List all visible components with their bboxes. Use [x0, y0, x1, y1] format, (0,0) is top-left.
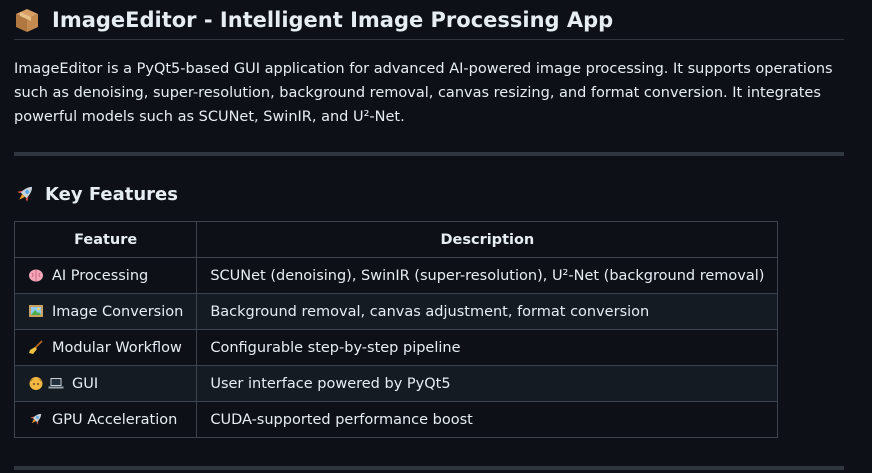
table-row: GUI User interface powered by PyQt5: [13, 365, 779, 402]
section-heading-key-features: Key Features: [14, 178, 178, 210]
rocket-icon: [14, 183, 36, 205]
column-header-feature: Feature: [13, 221, 198, 258]
description-cell: Background removal, canvas adjustment, f…: [196, 293, 779, 330]
readme-page: ImageEditor - Intelligent Image Processi…: [0, 0, 872, 473]
feature-name: GPU Acceleration: [52, 412, 178, 428]
section-divider: [14, 152, 844, 156]
description-cell: User interface powered by PyQt5: [196, 365, 779, 402]
feature-cell: Image Conversion: [13, 293, 198, 330]
bottom-divider: [14, 466, 844, 470]
feature-cell: AI Processing: [13, 257, 198, 294]
intro-paragraph: ImageEditor is a PyQt5-based GUI applica…: [14, 61, 833, 125]
table-row: Modular Workflow Configurable step-by-st…: [13, 329, 779, 366]
brain-icon: [28, 267, 44, 283]
table-header-row: Feature Description: [13, 221, 779, 258]
column-header-description: Description: [196, 221, 779, 258]
feature-name: AI Processing: [52, 268, 149, 284]
description-cell: Configurable step-by-step pipeline: [196, 329, 779, 366]
table-row: AI Processing SCUNet (denoising), SwinIR…: [13, 257, 779, 294]
feature-cell: GPU Acceleration: [13, 401, 198, 438]
table-row: Image Conversion Background removal, can…: [13, 293, 779, 330]
feature-cell: GUI: [13, 365, 198, 402]
rocket-icon: [28, 411, 44, 427]
table-row: GPU Acceleration CUDA-supported performa…: [13, 401, 779, 438]
framed-picture-icon: [28, 303, 44, 319]
description-cell: SCUNet (denoising), SwinIR (super-resolu…: [196, 257, 779, 294]
broom-icon: [28, 339, 44, 355]
feature-name: GUI: [72, 376, 99, 392]
description-cell: CUDA-supported performance boost: [196, 401, 779, 438]
person-icon: [28, 375, 44, 391]
laptop-icon: [48, 375, 64, 391]
page-title: ImageEditor - Intelligent Image Processi…: [14, 0, 844, 40]
page-title-text: ImageEditor - Intelligent Image Processi…: [52, 7, 614, 32]
feature-name: Modular Workflow: [52, 340, 182, 356]
section-heading-text: Key Features: [45, 183, 178, 205]
feature-name: Image Conversion: [52, 304, 184, 320]
features-table: Feature Description AI Processing SCUNet…: [13, 221, 779, 438]
package-box-icon: [14, 7, 40, 33]
feature-cell: Modular Workflow: [13, 329, 198, 366]
